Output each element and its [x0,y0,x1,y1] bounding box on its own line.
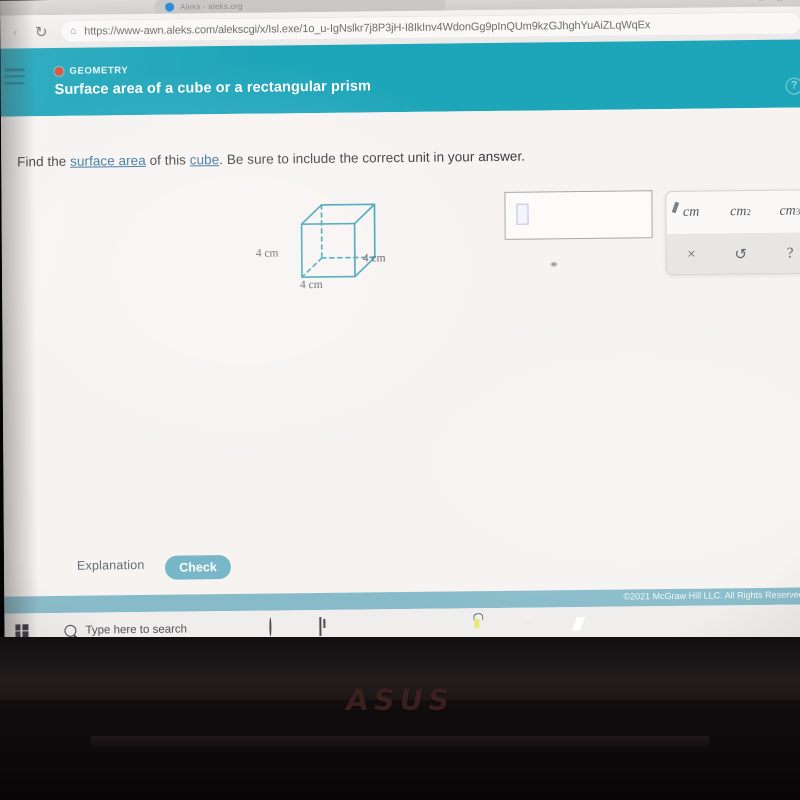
edge-browser-icon[interactable] [369,617,389,637]
brand-logo: ASUS [343,683,457,717]
lock-icon: ⌂ [70,25,77,37]
undo-button[interactable]: ↺ [716,233,766,275]
explanation-button[interactable]: Explanation [77,558,145,573]
tab-favicon [165,2,175,12]
mail-icon[interactable] [519,615,539,635]
check-button[interactable]: Check [164,554,232,580]
subject-badge: GEOMETRY [54,65,128,77]
subject-label: GEOMETRY [69,65,129,77]
cube-figure: 4 cm 4 cm 4 cm [249,190,410,302]
search-placeholder: Type here to search [85,622,188,637]
dimension-label-right: 4 cm [362,252,386,265]
windows-start-icon[interactable] [4,624,38,638]
url-input[interactable]: ⌂ https://www-awn.aleks.com/alekscgi/x/I… [60,11,800,43]
hamburger-menu-icon[interactable] [4,68,25,85]
unit-button-cm2[interactable]: cm 2 [716,191,766,234]
cortana-icon[interactable] [268,617,289,638]
prompt-prefix: Find the [17,153,71,170]
taskbar-search-input[interactable]: Type here to search [64,622,188,637]
blue-app-icon[interactable] [569,614,589,634]
task-view-icon[interactable] [318,616,339,637]
subject-dot-icon [54,66,64,76]
tab-title: Aleks - aleks.org [180,1,243,12]
taskbar-icon-group [268,614,589,638]
unit-exponent: 3 [795,206,800,217]
laptop-screen: Aleks - aleks.org × — □ × ‹ ↻ ⌂ https://… [0,0,800,649]
aleks-header: GEOMETRY Surface area of a cube or a rec… [0,39,800,117]
answer-entry-placeholder [516,203,529,225]
answer-input[interactable] [504,190,653,240]
page-title: Surface area of a cube or a rectangular … [54,78,372,98]
laptop-photo: Aleks - aleks.org × — □ × ‹ ↻ ⌂ https://… [0,0,800,800]
back-icon[interactable]: ‹ [2,24,28,39]
copyright-text: ©2021 McGraw Hill LLC. All Rights Reserv… [623,589,800,602]
keypad-help-button[interactable]: ? [765,232,800,275]
clear-button[interactable]: × [667,233,717,275]
app-icon[interactable] [419,616,439,636]
prompt-suffix: . Be sure to include the correct unit in… [219,148,526,168]
laptop-hinge [90,736,710,748]
glossary-link-cube[interactable]: cube [190,152,220,167]
unit-keypad: cm cm 2 cm 3 × ↺ ? [665,189,800,276]
help-icon[interactable]: ? [785,77,800,95]
unit-exponent: 2 [746,207,751,218]
search-icon [64,624,77,637]
unit-label: cm [730,204,747,220]
cube-svg [300,203,376,279]
unit-label: cm [779,203,796,219]
url-text: https://www-awn.aleks.com/alekscgi/x/Isl… [84,18,651,38]
mouse-cursor [550,262,557,267]
prompt-mid: of this [145,152,190,168]
problem-area: Find the surface area of this cube. Be s… [0,107,800,614]
microsoft-store-icon[interactable] [469,616,489,636]
keypad-units-row: cm cm 2 cm 3 [666,190,800,234]
unit-button-cm3[interactable]: cm 3 [765,190,800,233]
glossary-link-surface-area[interactable]: surface area [70,153,146,169]
reload-icon[interactable]: ↻ [28,22,54,41]
dimension-label-bottom: 4 cm [299,278,323,292]
unit-label: cm [682,204,700,220]
window-controls[interactable]: — □ × [757,0,800,3]
dimension-label-left: 4 cm [255,247,279,260]
problem-prompt: Find the surface area of this cube. Be s… [17,149,525,170]
keypad-actions-row: × ↺ ? [666,232,800,276]
